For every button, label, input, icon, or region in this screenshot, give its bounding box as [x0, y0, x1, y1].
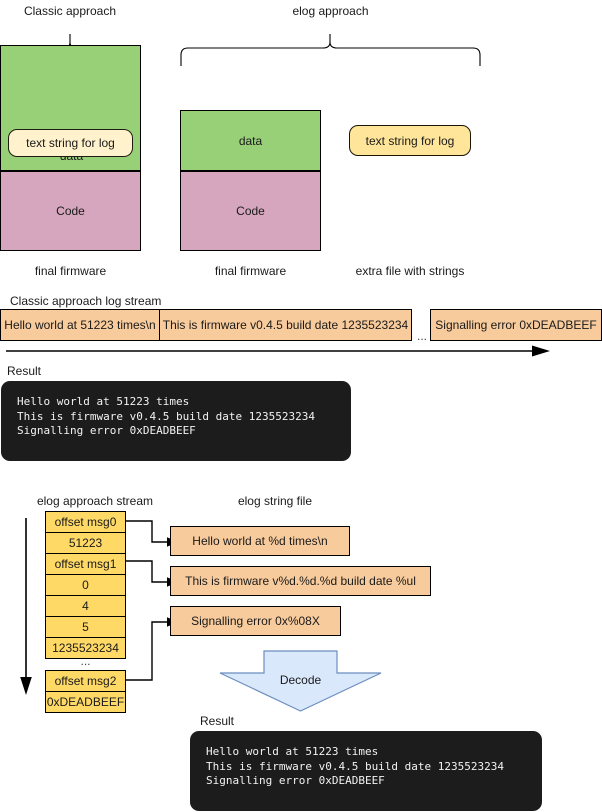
- elog-extra-file-string-label: text string for log: [365, 133, 455, 148]
- classic-code-label: Code: [56, 204, 85, 218]
- elog-firmware-caption: final firmware: [214, 264, 287, 278]
- classic-result-console: Hello world at 51223 times This is firmw…: [1, 381, 351, 461]
- classic-firmware-caption: final firmware: [34, 264, 107, 278]
- elog-string-entry-0-text: Hello world at %d times\n: [192, 534, 328, 548]
- elog-stream-row: 4: [45, 595, 126, 617]
- elog-result-console: Hello world at 51223 times This is firmw…: [190, 731, 542, 811]
- classic-stream-cell-2: Signalling error 0xDEADBEEF: [430, 309, 602, 341]
- classic-stream-cell-0: Hello world at 51223 times\n: [0, 309, 160, 341]
- classic-embedded-string-label: text string for log: [26, 136, 115, 150]
- elog-firmware-code-segment: Code: [180, 171, 321, 251]
- elog-stream-row: 5: [45, 616, 126, 638]
- elog-stream-row-text: offset msg0: [54, 515, 117, 529]
- elog-result-line-1: This is firmware v0.4.5 build date 12355…: [206, 759, 505, 773]
- elog-stream-row: offset msg0: [45, 511, 126, 533]
- elog-extra-file-caption: extra file with strings: [355, 264, 465, 278]
- classic-approach-title: Classic approach: [23, 4, 117, 18]
- classic-stream-cell-1-text: This is firmware v0.4.5 build date 12355…: [162, 318, 409, 332]
- elog-code-label: Code: [236, 204, 265, 218]
- classic-firmware-code-segment: Code: [0, 171, 141, 251]
- classic-log-stream-title: Classic approach log stream: [10, 294, 162, 308]
- elog-stream-row: 51223: [45, 532, 126, 554]
- elog-result-title: Result: [200, 714, 235, 728]
- elog-stream-title: elog approach stream: [36, 494, 154, 508]
- decode-arrow: Decode: [219, 650, 382, 712]
- classic-result-title: Result: [7, 364, 42, 378]
- elog-stream-row-text: offset msg1: [54, 557, 117, 571]
- elog-string-entry-1-text: This is firmware v%d.%d.%d build date %u…: [185, 574, 416, 588]
- elog-stream-row-text: offset msg2: [54, 674, 117, 688]
- elog-stream-row-text: 0: [82, 578, 89, 592]
- classic-approach-brace: [0, 20, 142, 66]
- elog-stream-ellipsis: ...: [80, 654, 91, 668]
- elog-string-file-title: elog string file: [237, 494, 313, 508]
- elog-stream-row: 0: [45, 574, 126, 596]
- elog-firmware-data-segment: data: [180, 110, 321, 171]
- elog-approach-brace: [179, 20, 482, 66]
- elog-result-line-2: Signalling error 0xDEADBEEF: [206, 774, 385, 787]
- classic-result-line-1: This is firmware v0.4.5 build date 12355…: [17, 409, 316, 423]
- classic-stream-cell-2-text: Signalling error 0xDEADBEEF: [435, 318, 597, 332]
- classic-stream-cell-0-text: Hello world at 51223 times\n: [4, 318, 156, 332]
- elog-stream-row-text: 51223: [68, 536, 103, 550]
- elog-stream-row: 0xDEADBEEF: [45, 691, 126, 713]
- elog-string-entry-1: This is firmware v%d.%d.%d build date %u…: [170, 566, 431, 596]
- elog-data-label: data: [238, 133, 263, 148]
- elog-string-entry-2-text: Signalling error 0x%08X: [191, 614, 320, 628]
- classic-embedded-string-pill: text string for log: [8, 129, 133, 157]
- elog-stream-row-text: 4: [82, 599, 89, 613]
- elog-stream-row: offset msg1: [45, 553, 126, 575]
- classic-stream-ellipsis: ...: [416, 329, 427, 343]
- elog-stream-row-text: 5: [82, 620, 89, 634]
- classic-stream-time-arrow: [6, 344, 551, 358]
- elog-extra-file-pill: text string for log: [349, 125, 471, 156]
- elog-stream-row-text: 1235523234: [52, 641, 119, 655]
- elog-string-entry-2: Signalling error 0x%08X: [170, 606, 341, 636]
- elog-approach-title: elog approach: [292, 4, 369, 18]
- elog-result-line-0: Hello world at 51223 times: [206, 745, 379, 758]
- elog-stream-flow-arrow: [17, 518, 35, 696]
- classic-result-line-0: Hello world at 51223 times: [17, 395, 190, 408]
- elog-stream-row: offset msg2: [45, 670, 126, 692]
- classic-stream-cell-1: This is firmware v0.4.5 build date 12355…: [159, 309, 412, 341]
- classic-result-line-2: Signalling error 0xDEADBEEF: [17, 424, 196, 437]
- elog-stream-row-text: 0xDEADBEEF: [46, 695, 125, 709]
- elog-stream-table-group-2: offset msg2 0xDEADBEEF: [45, 670, 126, 713]
- decode-label: Decode: [279, 673, 322, 687]
- elog-string-entry-0: Hello world at %d times\n: [170, 526, 350, 556]
- elog-stream-table-group-1: offset msg0 51223 offset msg1 0 4 5 1235…: [45, 511, 126, 659]
